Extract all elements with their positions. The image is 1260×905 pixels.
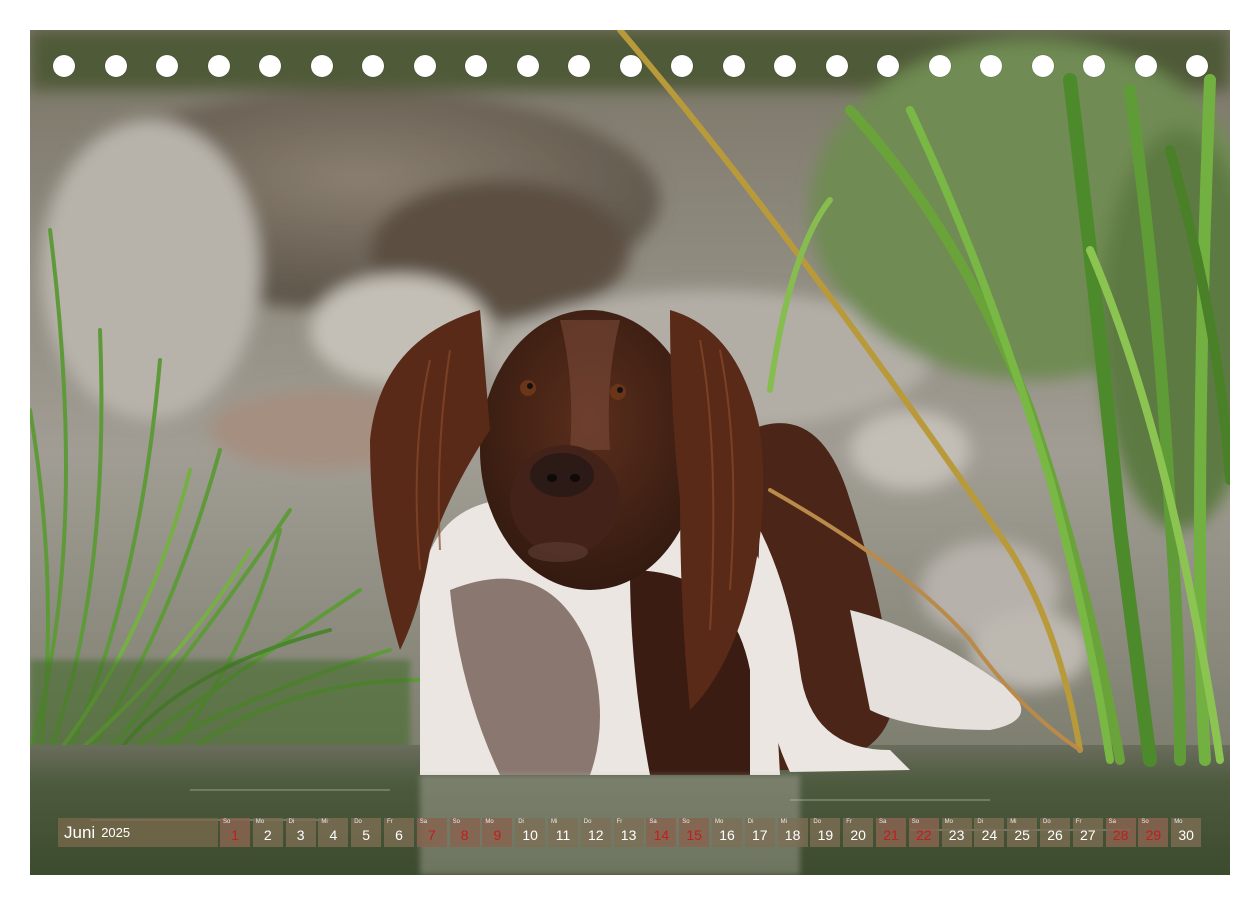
day-number: 15 bbox=[686, 827, 702, 843]
day-cell: Fr 13 bbox=[613, 818, 644, 847]
day-number: 25 bbox=[1014, 827, 1030, 843]
day-number: 1 bbox=[231, 827, 239, 843]
day-cell: Di 10 bbox=[515, 818, 546, 847]
day-number: 29 bbox=[1145, 827, 1162, 843]
weekday-label: Do bbox=[813, 819, 822, 825]
weekday-label: So bbox=[682, 819, 690, 825]
weekday-label: Di bbox=[977, 819, 984, 825]
day-cell: Sa 7 bbox=[416, 818, 447, 847]
weekday-label: Do bbox=[583, 819, 592, 825]
weekday-label: So bbox=[911, 819, 920, 825]
weekday-label: Do bbox=[1043, 819, 1051, 825]
weekday-label: Sa bbox=[879, 819, 887, 825]
weekday-label: Fr bbox=[1075, 819, 1082, 825]
day-cell: So 22 bbox=[908, 818, 939, 847]
day-cell: Di 24 bbox=[974, 818, 1005, 847]
day-cell: Mo 2 bbox=[252, 818, 283, 847]
weekday-label: Sa bbox=[649, 819, 657, 825]
day-cell: So 15 bbox=[679, 818, 710, 847]
weekday-label: Mo bbox=[944, 819, 953, 825]
weekday-label: Mo bbox=[715, 819, 724, 825]
day-cell: Mo 30 bbox=[1171, 818, 1202, 847]
weekday-label: Do bbox=[354, 819, 362, 825]
day-number: 6 bbox=[395, 827, 403, 843]
day-cell: Sa 28 bbox=[1105, 818, 1136, 847]
weekday-label: Di bbox=[518, 819, 524, 825]
day-number: 13 bbox=[620, 827, 637, 843]
day-cell: Do 5 bbox=[351, 818, 382, 847]
calendar-photo bbox=[30, 30, 1230, 875]
day-number: 4 bbox=[329, 827, 338, 843]
month-label: Juni 2025 bbox=[58, 818, 218, 847]
day-number: 8 bbox=[460, 827, 469, 843]
day-cell: Sa 21 bbox=[876, 818, 906, 847]
weekday-label: Mi bbox=[780, 819, 787, 825]
day-cell: Do 12 bbox=[580, 818, 611, 847]
day-number: 9 bbox=[493, 827, 502, 843]
day-cell: Di 3 bbox=[285, 818, 316, 847]
day-number: 24 bbox=[981, 827, 998, 843]
weekday-label: Mo bbox=[485, 819, 494, 825]
calendar-strip: Juni 2025 So 1 Mo 2 Di 3 Mi 4 Do 5 Fr 6 Sa 7 So 8 Mo 9 Di 1… bbox=[58, 818, 1202, 847]
day-cell: Mo 16 bbox=[712, 818, 742, 847]
weekday-label: So bbox=[1141, 819, 1149, 825]
weekday-label: Mi bbox=[551, 819, 558, 825]
day-number: 18 bbox=[784, 827, 801, 843]
day-number: 28 bbox=[1112, 827, 1129, 843]
day-number: 14 bbox=[653, 827, 670, 843]
weekday-label: Di bbox=[747, 819, 754, 825]
day-number: 19 bbox=[817, 827, 834, 843]
weekday-label: Fr bbox=[846, 819, 852, 825]
day-cell: So 29 bbox=[1138, 818, 1169, 847]
weekday-label: Di bbox=[288, 819, 295, 825]
day-number: 20 bbox=[850, 827, 866, 843]
day-number: 22 bbox=[916, 827, 932, 843]
day-number: 10 bbox=[522, 827, 538, 843]
day-cell: Fr 6 bbox=[384, 818, 414, 847]
day-number: 26 bbox=[1047, 827, 1063, 843]
day-number: 3 bbox=[296, 827, 305, 843]
day-number: 27 bbox=[1080, 827, 1096, 843]
day-cell: Fr 27 bbox=[1072, 818, 1103, 847]
day-number: 21 bbox=[883, 827, 899, 843]
weekday-label: Fr bbox=[616, 819, 623, 825]
day-cell: Mo 23 bbox=[941, 818, 972, 847]
day-cell: Mi 4 bbox=[318, 818, 349, 847]
day-number: 23 bbox=[948, 827, 965, 843]
day-cell: So 8 bbox=[449, 818, 480, 847]
dog-in-water-photo bbox=[30, 30, 1230, 875]
day-cell: Do 26 bbox=[1040, 818, 1070, 847]
day-cell: Sa 14 bbox=[646, 818, 677, 847]
weekday-label: Sa bbox=[419, 819, 428, 825]
day-cell: Fr 20 bbox=[843, 818, 874, 847]
day-cell: Mi 18 bbox=[777, 818, 808, 847]
weekday-label: Fr bbox=[387, 819, 393, 825]
day-number: 16 bbox=[719, 827, 735, 843]
day-cell: Mi 11 bbox=[548, 818, 578, 847]
day-cell: Mi 25 bbox=[1007, 818, 1038, 847]
day-number: 7 bbox=[427, 827, 436, 843]
day-number: 5 bbox=[362, 827, 371, 843]
weekday-label: So bbox=[452, 819, 460, 825]
day-cell: So 1 bbox=[220, 818, 250, 847]
day-cell: Mo 9 bbox=[482, 818, 513, 847]
weekday-label: Mo bbox=[1174, 819, 1183, 825]
month-year: 2025 bbox=[101, 825, 131, 840]
weekday-label: Mi bbox=[1010, 819, 1017, 825]
weekday-label: Sa bbox=[1108, 819, 1116, 825]
weekday-label: Mo bbox=[255, 819, 265, 825]
day-number: 11 bbox=[555, 827, 571, 843]
weekday-label: So bbox=[223, 819, 231, 825]
month-name: Juni bbox=[64, 822, 96, 842]
day-number: 12 bbox=[588, 827, 604, 843]
weekday-label: Mi bbox=[321, 819, 328, 825]
day-cell: Do 19 bbox=[810, 818, 841, 847]
day-number: 2 bbox=[263, 827, 272, 843]
day-number: 30 bbox=[1178, 827, 1194, 843]
day-number: 17 bbox=[752, 827, 768, 843]
day-cell: Di 17 bbox=[744, 818, 775, 847]
